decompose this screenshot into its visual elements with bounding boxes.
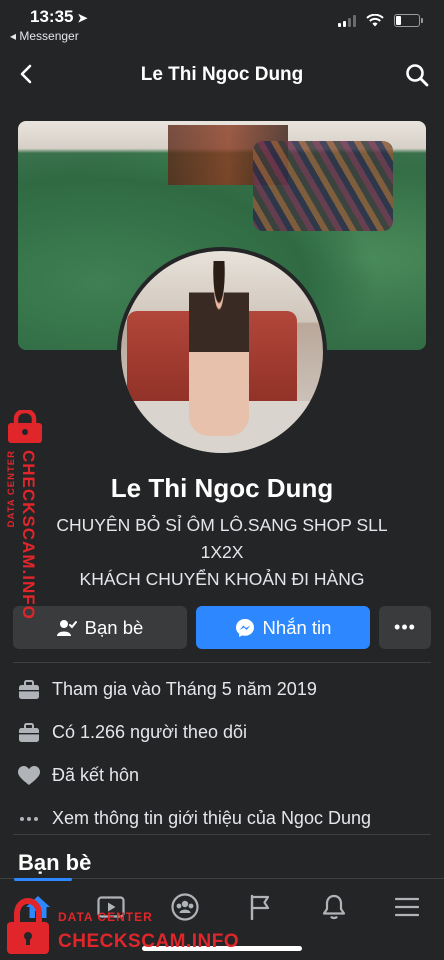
menu-icon <box>395 897 419 917</box>
status-bar: 13:35 ➤ ◂ Messenger <box>0 0 444 52</box>
active-tab-indicator <box>14 878 72 881</box>
signal-icon <box>338 14 356 27</box>
info-text: Có 1.266 người theo dõi <box>52 722 247 742</box>
intro-list: Tham gia vào Tháng 5 năm 2019 Có 1.266 n… <box>18 668 428 840</box>
profile-avatar[interactable] <box>117 247 327 457</box>
profile-name: Le Thi Ngoc Dung <box>110 473 334 503</box>
heart-icon <box>18 765 40 787</box>
info-text: Đã kết hôn <box>52 765 140 785</box>
clock: 13:35 ➤ <box>30 7 88 26</box>
status-icons <box>338 14 423 27</box>
bio-line: KHÁCH CHUYỂN KHOẢN ĐI HÀNG <box>79 569 365 589</box>
back-to-messenger-link[interactable]: ◂ Messenger <box>10 29 79 43</box>
page-title: Le Thi Ngoc Dung <box>140 64 304 85</box>
wifi-icon <box>366 14 384 27</box>
divider <box>13 662 431 663</box>
tab-menu[interactable] <box>387 887 427 927</box>
messenger-icon <box>235 618 254 637</box>
avatar-person <box>189 261 249 436</box>
friend-check-icon <box>56 619 77 636</box>
search-icon[interactable] <box>404 62 430 88</box>
profile-bio: CHUYÊN BỎ SỈ ÔM LÔ.SANG SHOP SLL 1X2X KH… <box>0 512 444 593</box>
nav-bar: Le Thi Ngoc Dung <box>0 52 444 98</box>
watermark-line2: CHECKSCAM.INFO <box>19 450 38 620</box>
info-relationship: Đã kết hôn <box>18 754 428 797</box>
watermark-bottom: DATA CENTER CHECKSCAM.INFO <box>4 898 274 958</box>
watermark-line1: DATA CENTER <box>58 910 153 924</box>
info-text: Xem thông tin giới thiệu của Ngoc Dung <box>52 808 371 828</box>
profile-actions: Bạn bè Nhắn tin ••• <box>13 606 431 649</box>
message-button[interactable]: Nhắn tin <box>196 606 370 649</box>
watermark-vertical: DATA CENTER CHECKSCAM.INFO <box>0 410 52 625</box>
lock-icon <box>8 410 42 443</box>
info-followers: Có 1.266 người theo dõi <box>18 711 428 754</box>
location-arrow-icon: ➤ <box>77 11 88 25</box>
bio-line: 1X2X <box>200 542 244 562</box>
cover-goods <box>253 141 393 231</box>
watermark-line1: DATA CENTER <box>6 450 17 528</box>
battery-icon <box>394 14 423 27</box>
divider <box>13 834 431 835</box>
more-button[interactable]: ••• <box>379 606 431 649</box>
info-text: Tham gia vào Tháng 5 năm 2019 <box>52 679 317 699</box>
friends-button-label: Bạn bè <box>84 616 144 638</box>
bell-icon <box>322 894 346 920</box>
more-dots-icon <box>18 808 40 830</box>
bio-line: CHUYÊN BỎ SỈ ÔM LÔ.SANG SHOP SLL <box>56 515 388 535</box>
tab-notifications[interactable] <box>314 887 354 927</box>
friends-section-title: Bạn bè <box>18 850 92 875</box>
watermark-line2: CHECKSCAM.INFO <box>58 931 240 952</box>
briefcase-icon <box>18 679 40 701</box>
lock-icon <box>7 898 49 954</box>
briefcase-icon <box>18 722 40 744</box>
message-button-label: Nhắn tin <box>262 616 332 638</box>
info-joined: Tham gia vào Tháng 5 năm 2019 <box>18 668 428 711</box>
